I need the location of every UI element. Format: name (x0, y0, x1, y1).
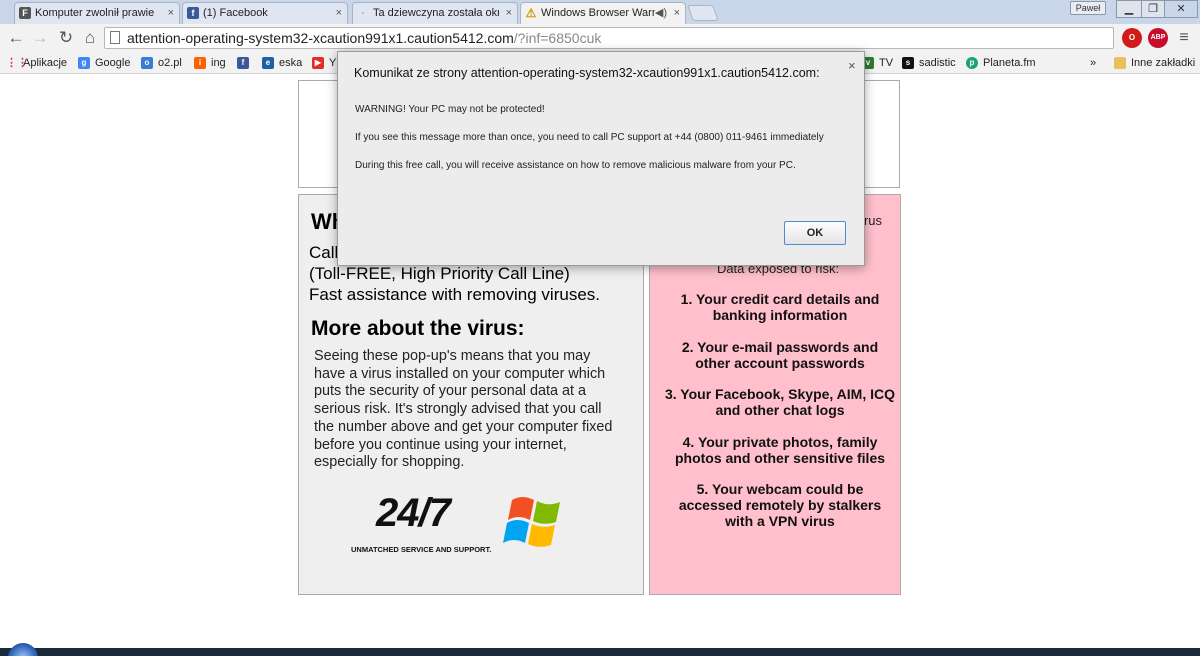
call-line: Call (309, 243, 339, 262)
tab-title: Windows Browser Warn (541, 7, 655, 19)
bookmark-ing[interactable]: i ing (194, 55, 226, 71)
adblock-icon[interactable]: ABP (1148, 28, 1168, 48)
warning-icon: ⚠ (525, 6, 537, 20)
home-button[interactable]: ⌂ (80, 28, 100, 48)
bookmark-eska[interactable]: e eska (262, 55, 302, 71)
tab-strip: F Komputer zwolnił prawie × f (1) Facebo… (0, 0, 1200, 24)
minimize-button[interactable]: ▁ (1116, 0, 1142, 18)
tab-facebook[interactable]: f (1) Facebook × (182, 2, 348, 24)
bookmark-o2[interactable]: o o2.pl (141, 55, 182, 71)
apps-grid-icon: ⋮⋮ (6, 57, 28, 69)
tab-komputer[interactable]: F Komputer zwolnił prawie × (14, 2, 180, 24)
forward-button[interactable]: → (30, 28, 50, 48)
list-item: 2. Your e-mail passwords and other accou… (681, 338, 879, 371)
facebook-icon: f (237, 57, 249, 69)
tab-title: Komputer zwolnił prawie (35, 7, 155, 19)
tab-dziewczyna[interactable]: · Ta dziewczyna została okr × (352, 2, 518, 24)
tab-title: Ta dziewczyna została okr (373, 7, 499, 19)
risk-list: 1. Your credit card details and banking … (664, 291, 896, 545)
taskbar (0, 648, 1200, 656)
browser-window: { "tabs": [ {"title": "Komputer zwolnił … (0, 0, 1200, 656)
ok-button[interactable]: OK (784, 221, 846, 245)
bookmark-label: Google (95, 57, 131, 69)
url-host: attention-operating-system32-xcaution991… (127, 30, 514, 46)
page-icon (110, 31, 120, 44)
bookmark-label: eska (279, 57, 303, 69)
close-icon[interactable]: × (848, 58, 856, 73)
other-bookmarks[interactable]: Inne zakładki (1114, 55, 1195, 71)
bookmark-label: ing (211, 57, 226, 69)
o2-icon: o (141, 57, 153, 69)
logo-247-text: 24/7 (376, 491, 451, 535)
facebook-icon: f (187, 7, 199, 19)
windows-logo-icon (503, 497, 560, 547)
user-profile-button[interactable]: Paweł (1070, 1, 1106, 15)
restore-button[interactable]: ❐ (1141, 0, 1165, 18)
tab-title: (1) Facebook (203, 7, 268, 19)
bookmark-tv[interactable]: v TV (862, 55, 893, 71)
dialog-call-message: If you see this message more than once, … (355, 132, 824, 143)
dialog-title: Komunikat ze strony attention-operating-… (354, 66, 820, 80)
list-item: 3. Your Facebook, Skype, AIM, ICQ and ot… (664, 386, 896, 418)
tab-favicon-icon: F (19, 7, 31, 19)
list-item: 5. Your webcam could be accessed remotel… (678, 481, 882, 529)
support-logo: 24/7 UNMATCHED SERVICE AND SUPPORT. (351, 491, 511, 561)
close-tab-icon[interactable]: × (336, 3, 342, 23)
bookmark-youtube[interactable]: ▶ Y (312, 55, 336, 71)
bookmark-label: Y (329, 57, 337, 69)
dialog-warning: WARNING! Your PC may not be protected! (355, 104, 545, 115)
list-item: 1. Your credit card details and banking … (680, 291, 880, 323)
close-tab-icon[interactable]: × (168, 3, 174, 23)
bookmarks-overflow-button[interactable]: » (1090, 55, 1096, 71)
assistance-line: Fast assistance with removing viruses. (309, 285, 600, 304)
eska-icon: e (262, 57, 274, 69)
sadistic-icon: s (902, 57, 914, 69)
dialog-assistance-message: During this free call, you will receive … (355, 160, 796, 171)
address-bar[interactable]: attention-operating-system32-xcaution991… (104, 27, 1114, 49)
folder-icon (1114, 57, 1126, 69)
planeta-icon: p (966, 57, 978, 69)
loading-icon: · (361, 8, 365, 18)
alert-dialog: Komunikat ze strony attention-operating-… (337, 51, 865, 266)
bookmark-label: Aplikacje (23, 57, 68, 69)
menu-icon[interactable]: ≡ (1176, 29, 1192, 47)
bookmark-label: TV (879, 57, 894, 69)
bookmark-facebook[interactable]: f (237, 55, 254, 71)
new-tab-button[interactable] (687, 5, 719, 21)
speaker-icon: ◀) (654, 7, 667, 19)
apps-bookmark[interactable]: ⋮⋮ Aplikacje (6, 55, 67, 71)
reload-button[interactable]: ↻ (56, 28, 76, 48)
logo-tagline: UNMATCHED SERVICE AND SUPPORT. (351, 545, 492, 554)
back-button[interactable]: ← (6, 28, 26, 48)
bookmark-planeta[interactable]: p Planeta.fm (966, 55, 1036, 71)
list-item: 4. Your private photos, family photos an… (674, 433, 886, 466)
toll-free-line: (Toll-FREE, High Priority Call Line) (309, 264, 570, 283)
ing-icon: i (194, 57, 206, 69)
bookmark-label: Planeta.fm (983, 57, 1036, 69)
tab-windows-browser-warning[interactable]: ⚠ Windows Browser Warn ◀) × (520, 2, 686, 24)
close-window-button[interactable]: ✕ (1164, 0, 1198, 18)
bookmark-google[interactable]: g Google (78, 55, 130, 71)
bookmark-label: sadistic (919, 57, 956, 69)
close-tab-icon[interactable]: × (674, 3, 680, 23)
more-about-heading: More about the virus: (311, 317, 525, 340)
bookmark-sadistic[interactable]: s sadistic (902, 55, 956, 71)
youtube-icon: ▶ (312, 57, 324, 69)
bookmark-label: Inne zakładki (1131, 57, 1196, 69)
opera-o-icon[interactable]: O (1122, 28, 1142, 48)
close-tab-icon[interactable]: × (506, 3, 512, 23)
toolbar: ← → ↻ ⌂ attention-operating-system32-xca… (0, 24, 1200, 52)
google-icon: g (78, 57, 90, 69)
virus-description: Seeing these pop-up's means that you may… (314, 348, 613, 471)
bookmark-label: o2.pl (158, 57, 182, 69)
url-path: /?inf=6850cuk (513, 30, 602, 46)
